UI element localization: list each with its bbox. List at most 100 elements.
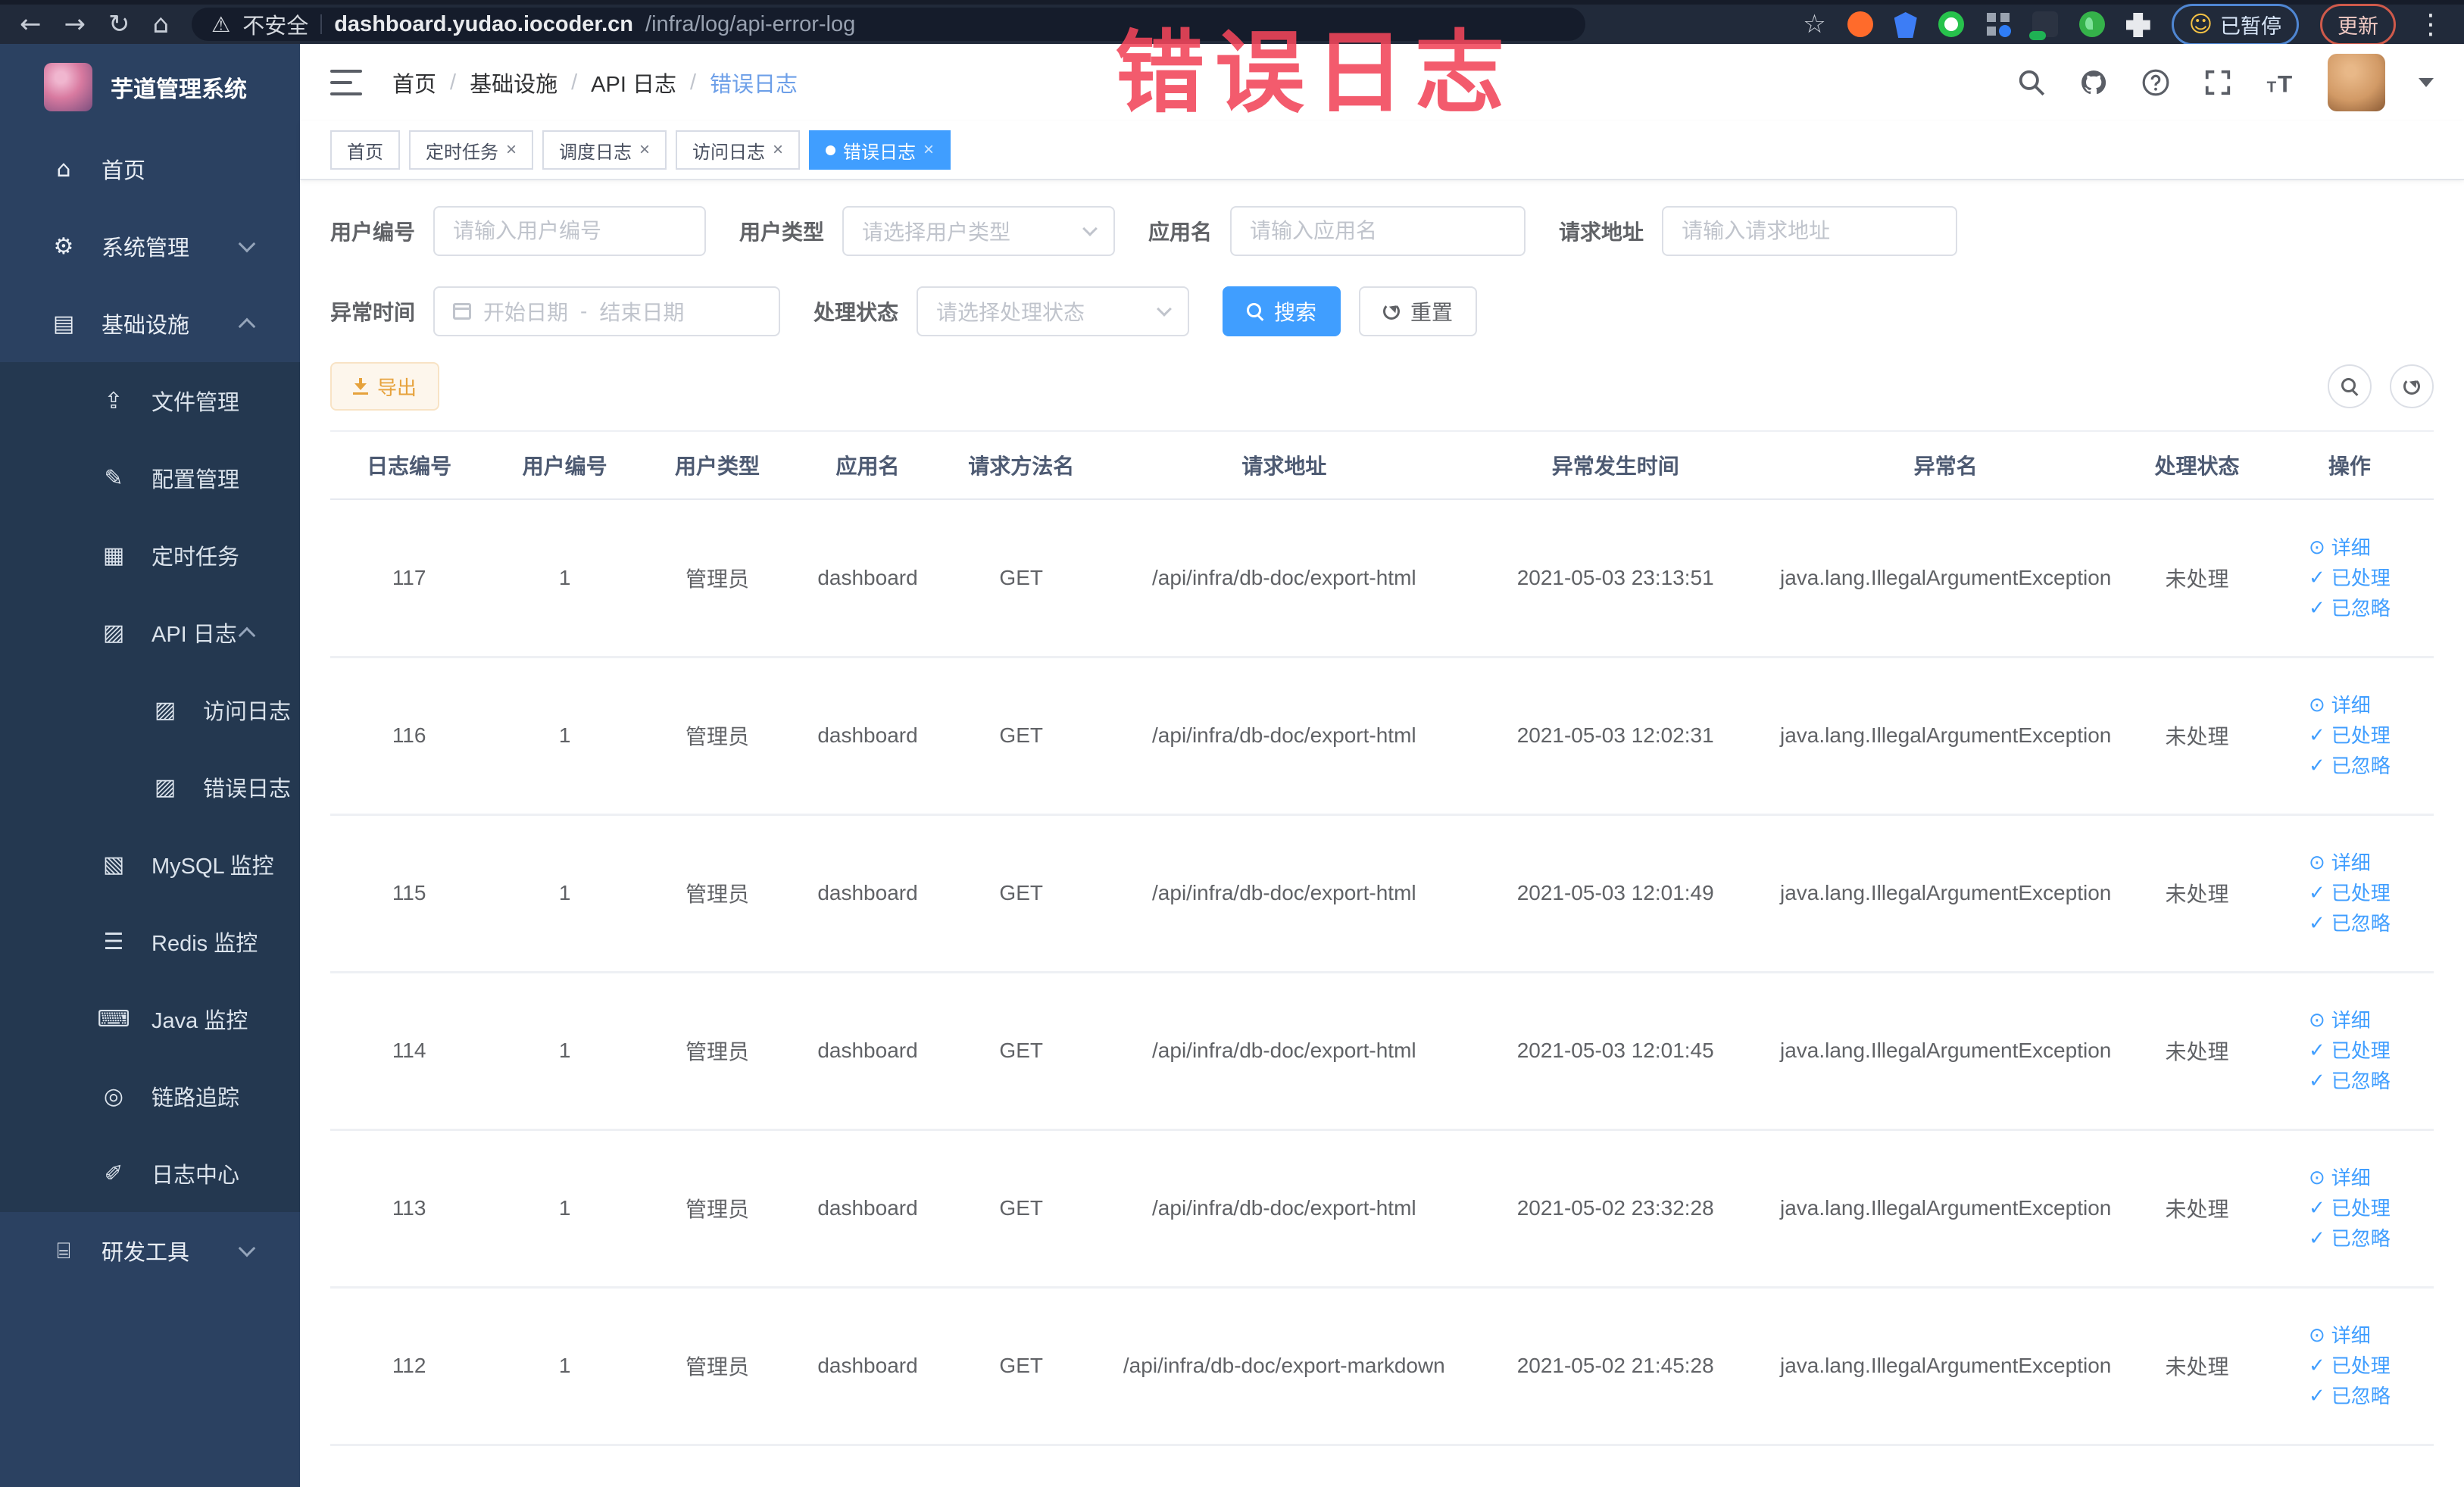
- search-icon: [2341, 378, 2358, 395]
- extension-shield-icon[interactable]: [1894, 12, 1917, 38]
- tag[interactable]: 调度日志 ×: [542, 130, 667, 170]
- breadcrumb: 首页 / 基础设施 / API 日志 / 错误日志: [392, 67, 798, 98]
- tag-close-icon[interactable]: ×: [773, 141, 783, 159]
- sidebar-item[interactable]: ⌸ 研发工具: [0, 1212, 300, 1289]
- extension-green-icon[interactable]: [1938, 11, 1964, 37]
- search-button[interactable]: 搜索: [1223, 286, 1341, 336]
- navbar-actions: TT: [2017, 54, 2434, 111]
- mark-ignored-link[interactable]: ✓ 已忽略: [2309, 598, 2391, 618]
- breadcrumb-home[interactable]: 首页: [392, 67, 436, 98]
- help-icon[interactable]: [2141, 68, 2170, 97]
- sidebar-item[interactable]: ☰ Redis 监控: [0, 903, 300, 980]
- detail-link[interactable]: ⊙ 详细: [2309, 853, 2391, 873]
- cell-user-type: 管理员: [641, 972, 793, 1131]
- sidebar-item[interactable]: ⌨ Java 监控: [0, 980, 300, 1057]
- sidebar-item[interactable]: ▨ 访问日志: [0, 671, 300, 748]
- tag-close-icon[interactable]: ×: [639, 141, 650, 159]
- update-button[interactable]: 更新: [2320, 3, 2396, 45]
- sidebar-item[interactable]: ✎ 配置管理: [0, 439, 300, 517]
- sidebar-item[interactable]: ⚙ 系统管理: [0, 208, 300, 285]
- mark-processed-link[interactable]: ✓ 已处理: [2309, 726, 2391, 745]
- extension-on-badge-icon[interactable]: [2028, 11, 2058, 40]
- sidebar-item[interactable]: ▨ 错误日志: [0, 748, 300, 826]
- user-avatar[interactable]: [2328, 54, 2385, 111]
- mark-processed-link[interactable]: ✓ 已处理: [2309, 1041, 2391, 1061]
- detail-link[interactable]: ⊙ 详细: [2309, 1168, 2391, 1188]
- app-name-input[interactable]: [1230, 206, 1526, 256]
- sidebar-item[interactable]: ◎ 链路追踪: [0, 1057, 300, 1135]
- sidebar-item[interactable]: ▤ 基础设施: [0, 285, 300, 362]
- sidebar-item-label: 系统管理: [101, 236, 190, 261]
- detail-link[interactable]: ⊙ 详细: [2309, 538, 2391, 558]
- breadcrumb-infra[interactable]: 基础设施: [470, 67, 557, 98]
- sidebar-item[interactable]: ▧ MySQL 监控: [0, 826, 300, 903]
- detail-link[interactable]: ⊙ 详细: [2309, 695, 2391, 715]
- tag[interactable]: 定时任务 ×: [409, 130, 534, 170]
- user-id-input[interactable]: [433, 206, 707, 256]
- font-size-icon[interactable]: TT: [2266, 68, 2294, 97]
- browser-menu-icon[interactable]: ⋮: [2417, 9, 2444, 40]
- mark-processed-link[interactable]: ✓ 已处理: [2309, 1198, 2391, 1218]
- sidebar-item-icon: ▨: [154, 696, 176, 723]
- cell-user-id: 1: [488, 499, 642, 658]
- refresh-table-button[interactable]: [2390, 364, 2434, 408]
- request-url-input[interactable]: [1662, 206, 1958, 256]
- toggle-search-button[interactable]: [2328, 364, 2372, 408]
- mark-ignored-link[interactable]: ✓ 已忽略: [2309, 1229, 2391, 1248]
- fullscreen-icon[interactable]: [2203, 68, 2232, 97]
- cell-exception-name: java.lang.IllegalArgumentException: [1763, 1129, 2129, 1289]
- detail-link[interactable]: ⊙ 详细: [2309, 1326, 2391, 1345]
- tag[interactable]: 错误日志 ×: [809, 130, 951, 170]
- extension-leaf-icon[interactable]: [2078, 11, 2105, 37]
- sidebar-logo-row[interactable]: 芋道管理系统: [0, 44, 300, 130]
- cell-actions: ⊙ 详细 ✓ 已处理 ✓ 已忽略: [2265, 1129, 2434, 1289]
- forward-icon[interactable]: →: [64, 11, 86, 37]
- tag[interactable]: 访问日志 ×: [676, 130, 801, 170]
- check-icon: ✓: [2308, 1354, 2325, 1377]
- tag-close-icon[interactable]: ×: [506, 141, 517, 159]
- mark-ignored-link[interactable]: ✓ 已忽略: [2309, 756, 2391, 776]
- mark-processed-link[interactable]: ✓ 已处理: [2309, 1356, 2391, 1376]
- search-icon[interactable]: [2017, 68, 2046, 97]
- chevron-down-icon: [1157, 301, 1172, 317]
- mark-ignored-link[interactable]: ✓ 已忽略: [2309, 1071, 2391, 1091]
- sidebar-item[interactable]: ⌂ 首页: [0, 130, 300, 208]
- app-frame: 芋道管理系统 ⌂ 首页 ⚙ 系统管理 ▤ 基础设施 ⇪ 文件管理 ✎ 配置管理 …: [0, 44, 2464, 1487]
- sidebar-item-label: 访问日志: [203, 700, 292, 724]
- reset-button[interactable]: 重置: [1359, 286, 1478, 336]
- mark-processed-link[interactable]: ✓ 已处理: [2309, 568, 2391, 588]
- mark-ignored-link[interactable]: ✓ 已忽略: [2309, 914, 2391, 933]
- export-button[interactable]: 导出: [330, 362, 440, 411]
- sidebar-item-icon: ◎: [103, 1082, 124, 1110]
- detail-link[interactable]: ⊙ 详细: [2309, 1011, 2391, 1030]
- date-range-picker[interactable]: 开始日期 - 结束日期: [433, 286, 781, 336]
- extension-grid-icon[interactable]: [1985, 11, 2011, 37]
- page-content: 用户编号 用户类型 请选择用户类型 应用名: [300, 180, 2464, 1487]
- security-label[interactable]: 不安全: [242, 8, 308, 40]
- address-bar[interactable]: ⚠ 不安全 dashboard.yudao.iocoder.cn/infra/l…: [192, 8, 1586, 41]
- github-icon[interactable]: [2079, 68, 2108, 97]
- back-icon[interactable]: ←: [20, 11, 42, 37]
- sidebar-item[interactable]: ✐ 日志中心: [0, 1135, 300, 1212]
- extensions-puzzle-icon[interactable]: [2125, 13, 2150, 37]
- extension-adblock-icon[interactable]: [1847, 11, 1873, 37]
- breadcrumb-api-log[interactable]: API 日志: [591, 67, 676, 98]
- user-type-select[interactable]: 请选择用户类型: [842, 206, 1116, 256]
- process-status-select[interactable]: 请选择处理状态: [917, 286, 1190, 336]
- sidebar-item[interactable]: ▦ 定时任务: [0, 517, 300, 594]
- sidebar-toggle-icon[interactable]: [330, 70, 362, 95]
- cell-user-type: 管理员: [641, 499, 793, 658]
- mark-processed-link[interactable]: ✓ 已处理: [2309, 883, 2391, 903]
- sidebar-item-icon: ▨: [154, 773, 176, 801]
- avatar-caret-icon[interactable]: [2419, 78, 2434, 87]
- sidebar-item[interactable]: ▨ API 日志: [0, 594, 300, 671]
- sidebar-item[interactable]: ⇪ 文件管理: [0, 362, 300, 439]
- reload-icon[interactable]: ↻: [108, 11, 130, 37]
- paused-badge[interactable]: ☺ 已暂停: [2171, 3, 2299, 45]
- home-icon[interactable]: ⌂: [153, 11, 170, 37]
- bookmark-star-icon[interactable]: ☆: [1803, 9, 1825, 39]
- tag[interactable]: 首页: [330, 130, 400, 170]
- tag-close-icon[interactable]: ×: [923, 141, 934, 159]
- svg-text:T: T: [2267, 79, 2277, 96]
- mark-ignored-link[interactable]: ✓ 已忽略: [2309, 1386, 2391, 1406]
